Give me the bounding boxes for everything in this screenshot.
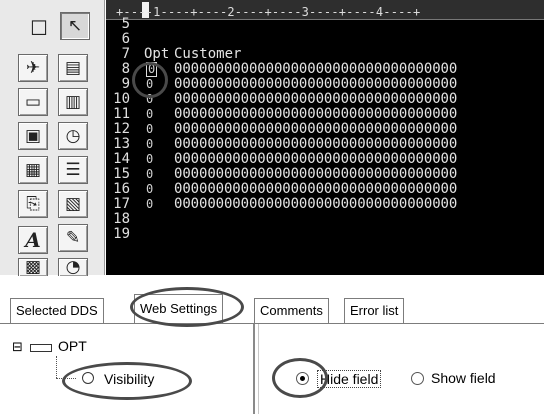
opt-field-cell[interactable]: 0: [146, 167, 153, 182]
line-number: 11: [113, 106, 130, 122]
tool-palette: ☐ ↖ ✈ ▤ ▭ ▥ ▣ ◷ ▦ ☰ ⎘ ▧ A ✎ ▩ ◔: [0, 0, 105, 276]
customer-field-line[interactable]: 0000000000000000000000000000000000: [174, 197, 457, 212]
tab-selected-dds[interactable]: Selected DDS: [10, 298, 104, 324]
tree-node-visibility[interactable]: Visibility: [104, 371, 154, 387]
opt-field-cell[interactable]: 0: [146, 77, 153, 92]
line-number: 5: [121, 16, 130, 32]
line-number: 19: [113, 226, 130, 242]
line-number: 16: [113, 181, 130, 197]
window-tool-icon[interactable]: ▦: [18, 156, 48, 184]
tab-strip: Selected DDS Web Settings Comments Error…: [0, 276, 544, 324]
customer-field-line[interactable]: 0000000000000000000000000000000000: [174, 167, 457, 182]
opt-field-cell[interactable]: 0: [146, 152, 153, 167]
header-opt: Opt: [144, 46, 170, 62]
radio-selected-dot: [300, 376, 305, 381]
grid-tool-icon[interactable]: ▩: [18, 258, 48, 276]
line-number: 12: [113, 121, 130, 137]
line-number: 18: [113, 211, 130, 227]
customer-field-line[interactable]: 0000000000000000000000000000000000: [174, 92, 457, 107]
subfile-tool-icon[interactable]: ▣: [18, 122, 48, 150]
line-number: 17: [113, 196, 130, 212]
customer-field-line[interactable]: 0000000000000000000000000000000000: [174, 122, 457, 137]
ruler-scale: +----1----+----2----+----3----+----4----…: [116, 5, 421, 19]
tree-connector-branch: [56, 378, 76, 379]
line-number: 9: [121, 76, 130, 92]
edit-tool-icon[interactable]: ✎: [58, 224, 88, 252]
page-tool-icon[interactable]: ⎘: [18, 190, 48, 218]
hide-field-label[interactable]: Hide field: [317, 370, 382, 388]
opt-field-cell[interactable]: 0: [146, 122, 153, 137]
clock-tool-icon[interactable]: ◷: [58, 122, 88, 150]
line-number: 8: [121, 61, 130, 77]
opt-field-cell[interactable]: 0: [146, 182, 153, 197]
tab-web-settings[interactable]: Web Settings: [134, 294, 224, 324]
record-tool-icon[interactable]: ▤: [58, 54, 88, 82]
line-number: 15: [113, 166, 130, 182]
customer-field-line[interactable]: 0000000000000000000000000000000000: [174, 77, 457, 92]
show-field-label[interactable]: Show field: [431, 370, 496, 386]
line-number: 13: [113, 136, 130, 152]
dds-editor[interactable]: +----1----+----2----+----3----+----4----…: [106, 0, 544, 275]
tab-error-list[interactable]: Error list: [344, 298, 405, 324]
customer-field-line[interactable]: 0000000000000000000000000000000000: [174, 107, 457, 122]
collapse-icon[interactable]: ⊟: [12, 340, 23, 356]
tree-node-opt[interactable]: OPT: [58, 338, 87, 354]
opt-field-cell[interactable]: 0: [146, 92, 153, 107]
hide-field-radio[interactable]: [296, 372, 309, 385]
opt-field-cell[interactable]: 0: [146, 107, 153, 122]
customer-field-line[interactable]: 0000000000000000000000000000000000: [174, 137, 457, 152]
opt-field-cell[interactable]: 0: [146, 137, 153, 152]
line-number: 7: [121, 46, 130, 62]
tree-pane: ⊟ OPT Visibility: [0, 324, 255, 414]
line-number: 10: [113, 91, 130, 107]
opt-field-cell[interactable]: 0: [146, 62, 158, 77]
opt-field-cell[interactable]: 0: [146, 197, 153, 212]
checkbox-tool-icon[interactable]: ☐: [24, 14, 54, 42]
script-tool-icon[interactable]: ▧: [58, 190, 88, 218]
show-field-radio[interactable]: [411, 372, 424, 385]
customer-field-line[interactable]: 0000000000000000000000000000000000: [174, 182, 457, 197]
properties-pane: Hide field Show field: [258, 324, 544, 414]
timer-tool-icon[interactable]: ◔: [58, 258, 88, 276]
record-node-icon: [30, 344, 52, 352]
column-ruler: +----1----+----2----+----3----+----4----…: [106, 0, 544, 20]
text-tool-icon[interactable]: A: [18, 226, 48, 254]
tab-comments[interactable]: Comments: [254, 298, 329, 324]
line-number: 6: [121, 31, 130, 47]
pointer-tool-icon[interactable]: ↖: [60, 12, 90, 40]
visibility-node-icon: [82, 372, 94, 384]
customer-field-line[interactable]: 0000000000000000000000000000000000: [174, 62, 457, 77]
button-tool-icon[interactable]: ▭: [18, 88, 48, 116]
satellite-tool-icon[interactable]: ✈: [18, 54, 48, 82]
list-tool-icon[interactable]: ☰: [58, 156, 88, 184]
header-customer: Customer: [174, 46, 242, 62]
line-number: 14: [113, 151, 130, 167]
customer-field-line[interactable]: 0000000000000000000000000000000000: [174, 152, 457, 167]
field-tool-icon[interactable]: ▥: [58, 88, 88, 116]
tree-connector: [56, 356, 57, 378]
